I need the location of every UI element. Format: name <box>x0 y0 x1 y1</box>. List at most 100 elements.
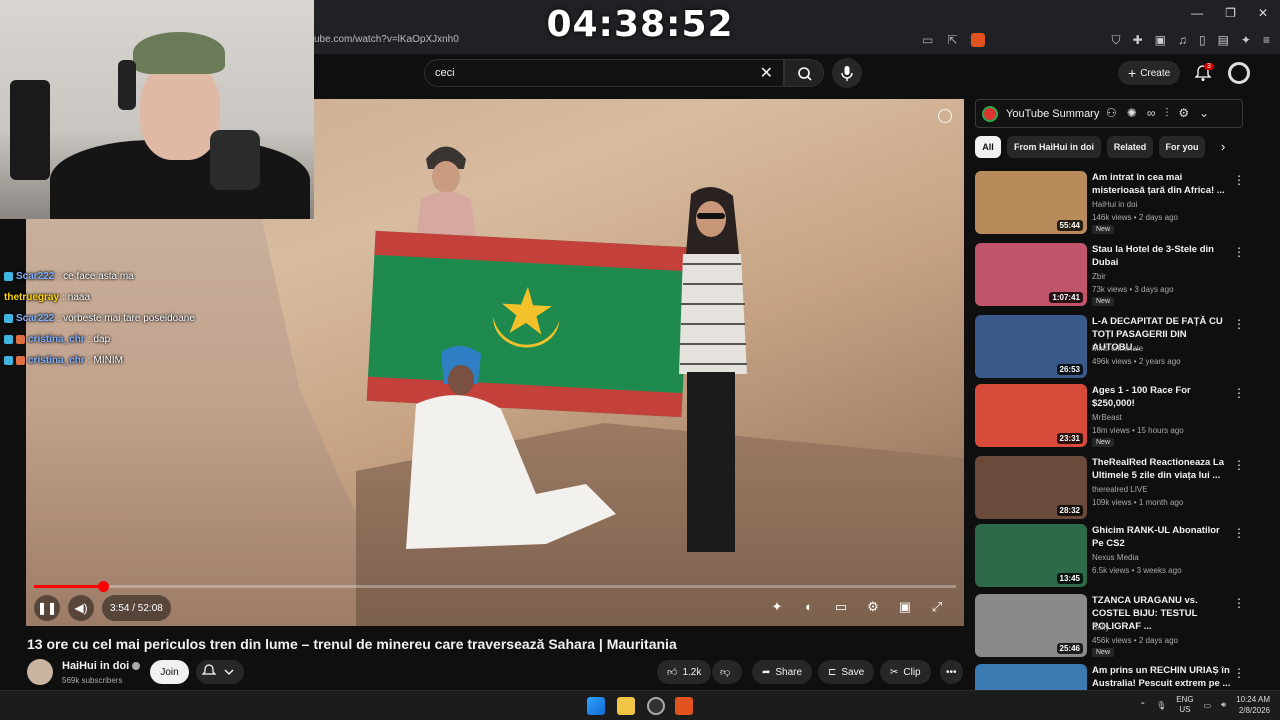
info-icon[interactable] <box>938 109 952 123</box>
waveform-icon[interactable]: ⫶ <box>1165 106 1168 121</box>
music-icon[interactable]: ♫ <box>1178 33 1187 48</box>
sidebar-icon[interactable]: ▯ <box>1199 33 1206 48</box>
recommendation-card[interactable]: 23:31 Ages 1 - 100 Race For $250,000! MrBe… <box>975 384 1265 450</box>
video-thumbnail[interactable]: 1:07:41 <box>975 243 1087 306</box>
address-bar[interactable]: ube.com/watch?v=lKaOpXJxnh0 ▭ ⇱ ⛉ ✚ ▣ ♫ … <box>300 28 1280 54</box>
sparkle-icon[interactable]: ✦ <box>768 599 786 615</box>
create-button[interactable]: + Create <box>1118 61 1181 85</box>
more-actions-button[interactable]: ••• <box>940 660 963 684</box>
progress-bar[interactable] <box>34 581 956 592</box>
chip-from-channel[interactable]: From HaiHui in doi <box>1007 136 1101 158</box>
autoplay-toggle[interactable]: ◐ <box>800 599 818 615</box>
save-button[interactable]: ⊏ Save <box>818 660 875 684</box>
recommendation-title[interactable]: TZANCA URAGANU vs. COSTEL BIJU: TESTUL P… <box>1092 594 1232 633</box>
video-thumbnail[interactable]: 28:32 <box>975 456 1087 519</box>
search-button[interactable] <box>784 59 824 87</box>
glasses-icon[interactable]: ∞ <box>1147 106 1156 121</box>
channel-avatar[interactable] <box>27 659 53 685</box>
fullscreen-icon[interactable]: ⤢ <box>928 599 946 615</box>
recommendation-channel[interactable]: HaiHui in doi <box>1092 200 1137 209</box>
language-indicator[interactable]: ENG US <box>1176 695 1193 715</box>
recommendation-channel[interactable]: Minti criminale <box>1092 344 1143 353</box>
minimize-button[interactable]: — <box>1191 6 1203 20</box>
chevron-right-icon[interactable]: › <box>1221 139 1225 154</box>
recommendation-title[interactable]: Ages 1 - 100 Race For $250,000! <box>1092 384 1232 410</box>
subscription-bell-button[interactable] <box>196 660 244 684</box>
recommendation-card[interactable]: 26:53 L-A DECAPITAT DE FAȚĂ CU TOȚI PASAG… <box>975 315 1265 381</box>
more-vertical-icon[interactable]: ⋮ <box>1233 386 1245 400</box>
chip-related[interactable]: Related <box>1107 136 1153 158</box>
like-button[interactable]: 👍︎ 1.2k <box>657 660 712 684</box>
dislike-button[interactable]: 👎︎ <box>712 660 742 684</box>
recommendation-card[interactable]: 28:32 TheRealRed Reactioneaza La Ultimele… <box>975 456 1265 522</box>
more-vertical-icon[interactable]: ⋮ <box>1233 458 1245 472</box>
video-thumbnail[interactable]: 55:44 <box>975 171 1087 234</box>
channel-name-row[interactable]: HaiHui in doi <box>62 660 141 672</box>
video-thumbnail[interactable]: 23:31 <box>975 384 1087 447</box>
tray-chevron-icon[interactable]: ⌃ <box>1139 701 1146 710</box>
leo-ai-icon[interactable]: ✦ <box>1241 33 1251 48</box>
recommendation-card[interactable]: 25:46 TZANCA URAGANU vs. COSTEL BIJU: TES… <box>975 594 1265 660</box>
more-vertical-icon[interactable]: ⋮ <box>1233 317 1245 331</box>
more-vertical-icon[interactable]: ⋮ <box>1233 666 1245 680</box>
clear-search-icon[interactable]: ✕ <box>760 63 773 83</box>
brave-browser-icon[interactable] <box>675 697 693 715</box>
close-window-button[interactable]: ✕ <box>1258 6 1268 20</box>
clip-button[interactable]: ✂ Clip <box>880 660 931 684</box>
video-thumbnail[interactable]: 25:46 <box>975 594 1087 657</box>
voice-search-button[interactable] <box>832 58 862 88</box>
brave-shields-icon[interactable] <box>971 33 986 47</box>
robot-icon[interactable]: ⚇ <box>1106 106 1117 121</box>
video-thumbnail[interactable]: 26:53 <box>975 315 1087 378</box>
more-vertical-icon[interactable]: ⋮ <box>1233 173 1245 187</box>
openai-icon[interactable]: ✺ <box>1127 106 1137 121</box>
extensions-puzzle-icon[interactable]: ✚ <box>1133 33 1143 48</box>
restore-button[interactable]: ❐ <box>1225 6 1236 20</box>
settings-gear-icon[interactable]: ⚙ <box>864 599 882 615</box>
more-vertical-icon[interactable]: ⋮ <box>1233 245 1245 259</box>
windows-start-icon[interactable] <box>587 697 605 715</box>
video-thumbnail[interactable]: 13:45 <box>975 524 1087 587</box>
recommendation-title[interactable]: Stau la Hotel de 3-Stele din Dubai <box>1092 243 1232 269</box>
recommendation-title[interactable]: TheRealRed Reactioneaza La Ultimele 5 zi… <box>1092 456 1232 482</box>
extension-settings-icon[interactable]: ⚙ <box>1178 106 1189 121</box>
bookmark-icon[interactable]: ▣ <box>1155 33 1166 48</box>
recommendation-title[interactable]: Am intrat în cea mai misterioasă țară di… <box>1092 171 1232 197</box>
youtube-summary-extension[interactable]: YouTube Summary ⚇ ✺ ∞ ⫶ ⚙ ⌄ <box>975 99 1243 128</box>
recommendation-title[interactable]: Ghicim RANK-UL Abonatilor Pe CS2 <box>1092 524 1232 550</box>
recommendation-card[interactable]: 1:07:41 Stau la Hotel de 3-Stele din Duba… <box>975 243 1265 309</box>
channel-name[interactable]: HaiHui in doi <box>62 660 129 672</box>
chip-for-you[interactable]: For you <box>1159 136 1205 158</box>
file-explorer-icon[interactable] <box>617 697 635 715</box>
pause-button[interactable]: ❚❚ <box>34 595 60 621</box>
mute-button[interactable]: ◀) <box>68 595 94 621</box>
recommendation-channel[interactable]: Nexus Media <box>1092 553 1139 562</box>
chevron-down-icon[interactable]: ⌄ <box>1199 106 1209 121</box>
tray-mic-icon[interactable]: 🎙︎ <box>1156 701 1166 710</box>
recommendation-channel[interactable]: MrBeast <box>1092 413 1122 422</box>
search-input[interactable]: ceci ✕ <box>424 59 784 87</box>
share-page-icon[interactable]: ⇱ <box>947 33 957 47</box>
url-text[interactable]: ube.com/watch?v=lKaOpXJxnh0 <box>314 34 459 45</box>
speaker-icon[interactable]: 🔊︎ <box>1221 700 1226 710</box>
recommendation-card[interactable]: 13:45 Ghicim RANK-UL Abonatilor Pe CS2 Nex… <box>975 524 1265 590</box>
recommendation-channel[interactable]: Selly <box>1092 623 1109 632</box>
extension-shield-icon[interactable]: ⛉ <box>1112 33 1121 48</box>
cast-icon[interactable]: ▭ <box>922 33 933 47</box>
more-vertical-icon[interactable]: ⋮ <box>1233 526 1245 540</box>
recommendation-channel[interactable]: therealred LIVE <box>1092 485 1148 494</box>
join-button[interactable]: Join <box>150 660 189 684</box>
obs-icon[interactable] <box>647 697 665 715</box>
chip-all[interactable]: All <box>975 136 1001 158</box>
recommendation-title[interactable]: Am prins un RECHIN URIAȘ în Australia! P… <box>1092 664 1232 690</box>
recommendation-card[interactable]: 55:44 Am intrat în cea mai misterioasă ța… <box>975 171 1265 237</box>
share-button[interactable]: ➦ Share <box>752 660 813 684</box>
menu-icon[interactable]: ≡ <box>1263 33 1270 48</box>
subtitles-icon[interactable]: ▭ <box>832 599 850 615</box>
network-icon[interactable]: ▭ <box>1204 701 1212 710</box>
account-avatar[interactable] <box>1228 62 1250 84</box>
miniplayer-icon[interactable]: ▣ <box>896 599 914 615</box>
more-vertical-icon[interactable]: ⋮ <box>1233 596 1245 610</box>
recommendation-channel[interactable]: Zbir <box>1092 272 1106 281</box>
clock[interactable]: 10:24 AM 2/8/2026 <box>1236 694 1270 716</box>
